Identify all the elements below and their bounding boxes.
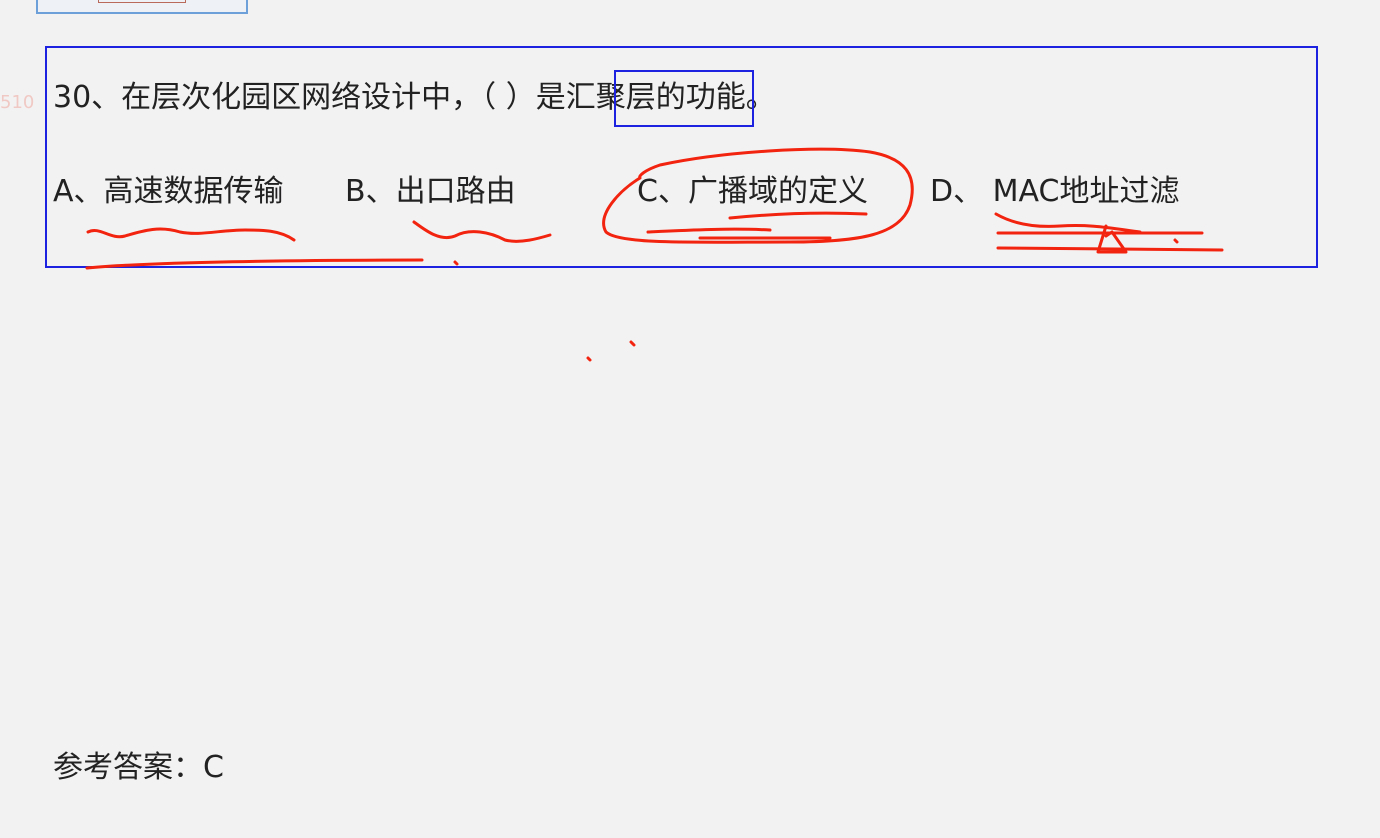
line-number: 510 [0,92,35,113]
option-b: B、出口路由 [345,174,516,209]
option-c: C、广播域的定义 [637,174,868,209]
dot-mark [586,356,592,362]
top-thumbnail [36,0,248,14]
keyword-highlight-box [614,70,754,127]
option-d: D、 MAC地址过滤 [930,174,1180,209]
option-a: A、高速数据传输 [53,174,284,209]
dot-mark [629,340,636,347]
slide-canvas: 510 30、在层次化园区网络设计中，（ ）是汇聚层的功能。 A、高速数据传输 … [0,0,1380,838]
top-thumbnail-inner [98,0,186,3]
reference-answer: 参考答案：C [53,750,224,785]
